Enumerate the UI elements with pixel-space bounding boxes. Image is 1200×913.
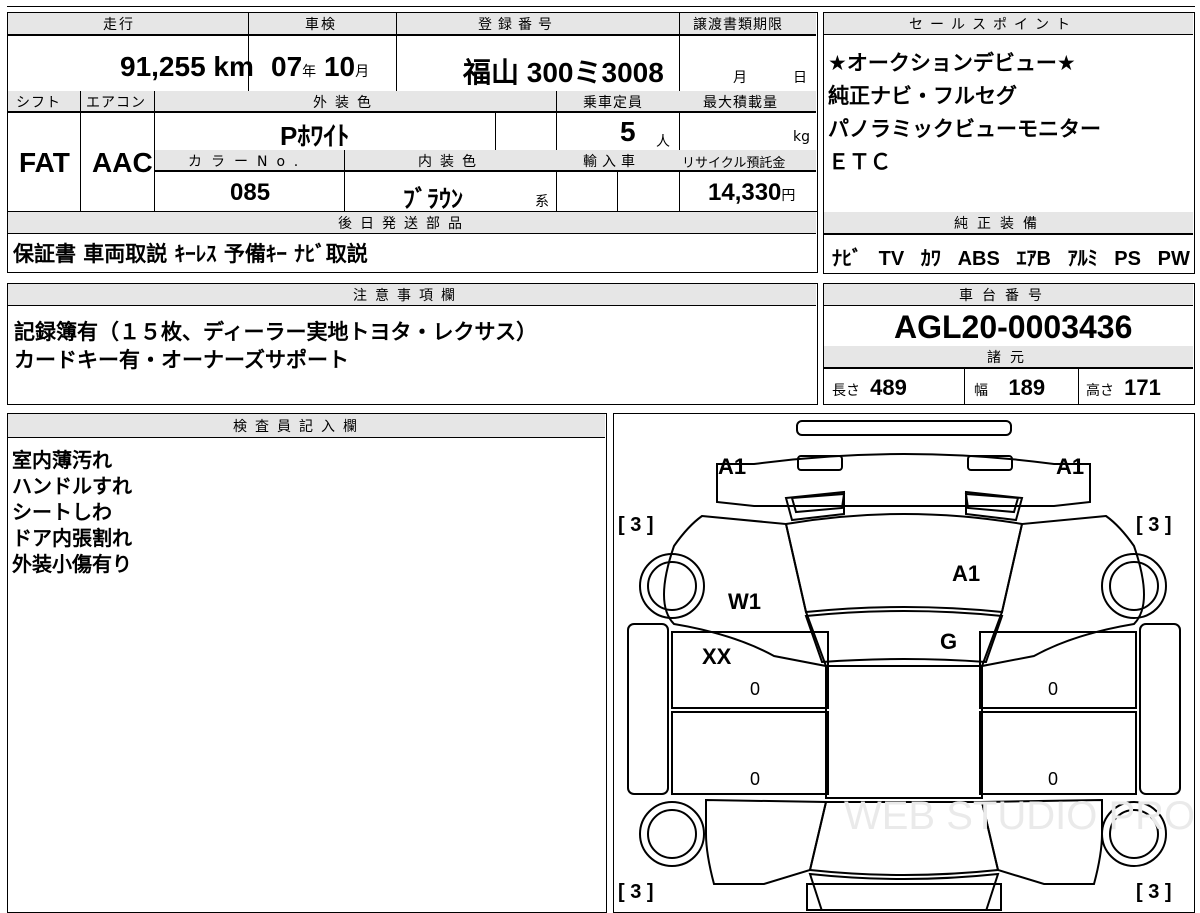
later-parts-box: 後日発送部品 保証書 車両取説 ｷｰﾚｽ 予備ｷｰ ﾅﾋﾞ取説 xyxy=(7,211,818,273)
color-no-label: カラーNo. xyxy=(188,154,308,170)
equip-item: ﾅﾋﾞ xyxy=(832,248,862,270)
tailgate xyxy=(808,872,1000,911)
mark-left-front-tire: [ 3 ] xyxy=(618,514,654,536)
inspector-label: 検査員記入欄 xyxy=(233,419,365,435)
left-rear-quarter xyxy=(705,798,828,885)
left-front-wheel xyxy=(639,553,705,619)
factory-equipment-label: 純正装備 xyxy=(954,216,1046,232)
recycle-label: リサイクル預託金 xyxy=(682,156,786,171)
mark-front-left: A1 xyxy=(718,454,746,479)
inspector-line: ドア内張割れ xyxy=(12,526,132,550)
front-bumper-bar xyxy=(796,420,1012,436)
notes-box: 注意事項欄 記録簿有（１５枚、ディーラー実地トヨタ・レクサス） カードキー有・オ… xyxy=(7,283,818,405)
registration-value: 福山 300ミ3008 xyxy=(463,57,664,88)
equip-item: ｱﾙﾐ xyxy=(1067,248,1098,270)
mark-right-front-door-zero: 0 xyxy=(1048,679,1058,699)
recycle-value: 14,330円 xyxy=(708,179,796,206)
equip-item: PS xyxy=(1114,248,1141,270)
transfer-deadline-label: 譲渡書類期限 xyxy=(693,17,783,33)
mark-windshield: W1 xyxy=(728,589,761,614)
inspector-line: ハンドルすれ xyxy=(12,474,132,498)
later-parts-value: 保証書 車両取説 ｷｰﾚｽ 予備ｷｰ ﾅﾋﾞ取説 xyxy=(13,242,368,266)
roof xyxy=(825,665,983,799)
interior-suffix: 系 xyxy=(535,194,549,210)
right-front-fender xyxy=(980,514,1145,668)
mark-right-front-tire: [ 3 ] xyxy=(1136,514,1172,536)
interior-color-value: ﾌﾞﾗｳﾝ xyxy=(403,186,463,213)
ac-value: AAC xyxy=(92,147,153,178)
right-sill xyxy=(1139,623,1181,795)
chassis-label: 車台番号 xyxy=(959,288,1051,304)
mark-right-rear-door-zero: 0 xyxy=(1048,769,1058,789)
equip-item: ｴｱB xyxy=(1016,248,1051,270)
windshield xyxy=(804,610,1004,664)
exterior-color-label: 外装色 xyxy=(313,95,379,111)
width-spec: 幅 189 xyxy=(974,375,1046,400)
mark-front-right: A1 xyxy=(1056,454,1084,479)
mark-roof: G xyxy=(940,629,957,654)
transfer-day-unit: 日 xyxy=(793,70,807,86)
mileage-label: 走行 xyxy=(103,17,135,33)
sales-point-label: セールスポイント xyxy=(909,17,1077,33)
shaken-label: 車検 xyxy=(305,17,337,33)
notes-line: 記録簿有（１５枚、ディーラー実地トヨタ・レクサス） xyxy=(14,320,538,344)
max-load-label: 最大積載量 xyxy=(703,95,778,111)
left-sill xyxy=(627,623,669,795)
shaken-value: 07年 10月 xyxy=(271,51,370,82)
rear-bumper xyxy=(806,883,1002,911)
sales-line: ＥＴＣ xyxy=(828,150,891,174)
inspector-line: シートしわ xyxy=(12,500,112,524)
capacity-label: 乗車定員 xyxy=(583,95,643,111)
sales-line: 純正ナビ・フルセグ xyxy=(828,84,1017,108)
chassis-value: AGL20-0003436 xyxy=(894,309,1133,345)
hood xyxy=(784,513,1024,614)
length-spec: 長さ 489 xyxy=(832,375,907,400)
sales-line: ★オークションデビュー★ xyxy=(828,51,1076,75)
mark-left-front-door-zero: 0 xyxy=(750,679,760,699)
notes-label: 注意事項欄 xyxy=(353,288,463,304)
diagram-watermark: WEB STUDIO PRO xyxy=(844,794,1193,838)
top-cutoff-strip xyxy=(7,0,1195,7)
transfer-month-unit: 月 xyxy=(733,70,747,86)
ac-label: エアコン xyxy=(86,95,146,111)
mark-left-rear-door-zero: 0 xyxy=(750,769,760,789)
equip-item: ｶﾜ xyxy=(920,248,941,270)
import-label: 輸入車 xyxy=(583,154,640,170)
shift-label: シフト xyxy=(16,95,61,111)
capacity-value: 5 xyxy=(620,116,636,147)
chassis-box: 車台番号 AGL20-0003436 諸元 長さ 489 幅 189 高さ 17… xyxy=(823,283,1195,405)
factory-equipment-list: ﾅﾋﾞ TV ｶﾜ ABS ｴｱB ｱﾙﾐ PS PW xyxy=(832,242,1190,271)
inspector-line: 室内薄汚れ xyxy=(12,448,112,472)
sales-point-box: セールスポイント ★オークションデビュー★ 純正ナビ・フルセグ パノラミックビュ… xyxy=(823,12,1195,274)
equip-item: TV xyxy=(878,248,905,270)
inspector-box: 検査員記入欄 室内薄汚れ ハンドルすれ シートしわ ドア内張割れ 外装小傷有り xyxy=(7,413,607,913)
registration-label: 登録番号 xyxy=(478,17,558,33)
equip-item: ABS xyxy=(957,248,1000,270)
car-diagram-box: WEB STUDIO PRO A1 A1 A1 W1 G XX 0 0 0 0 … xyxy=(613,413,1195,913)
specs-label: 諸元 xyxy=(987,350,1033,366)
color-no-value: 085 xyxy=(230,179,271,206)
capacity-unit: 人 xyxy=(656,134,670,150)
mark-hood: A1 xyxy=(952,561,980,586)
later-parts-label: 後日発送部品 xyxy=(338,216,470,232)
mark-left-front-door: XX xyxy=(702,644,732,669)
inspector-line: 外装小傷有り xyxy=(12,552,132,576)
notes-line: カードキー有・オーナーズサポート xyxy=(14,348,349,372)
basic-info-table: 走行 車検 登録番号 譲渡書類期限 91,255 km 07年 10月 福山 3… xyxy=(7,12,818,213)
max-load-unit: kg xyxy=(793,129,810,145)
left-rear-wheel xyxy=(639,801,705,867)
mileage-unit: km xyxy=(213,51,254,82)
interior-color-label: 内装色 xyxy=(418,154,484,170)
equip-item: PW xyxy=(1157,248,1190,270)
exterior-color-value: Pﾎﾜｲﾄ xyxy=(280,121,350,151)
shift-value: FAT xyxy=(19,147,70,178)
car-body-diagram: WEB STUDIO PRO A1 A1 A1 W1 G XX 0 0 0 0 … xyxy=(618,420,1193,911)
mileage-value: 91,255 km xyxy=(120,51,254,82)
right-front-wheel xyxy=(1101,553,1167,619)
front-bumper xyxy=(716,453,1091,507)
height-spec: 高さ 171 xyxy=(1086,375,1161,400)
sales-line: パノラミックビューモニター xyxy=(828,117,1101,141)
